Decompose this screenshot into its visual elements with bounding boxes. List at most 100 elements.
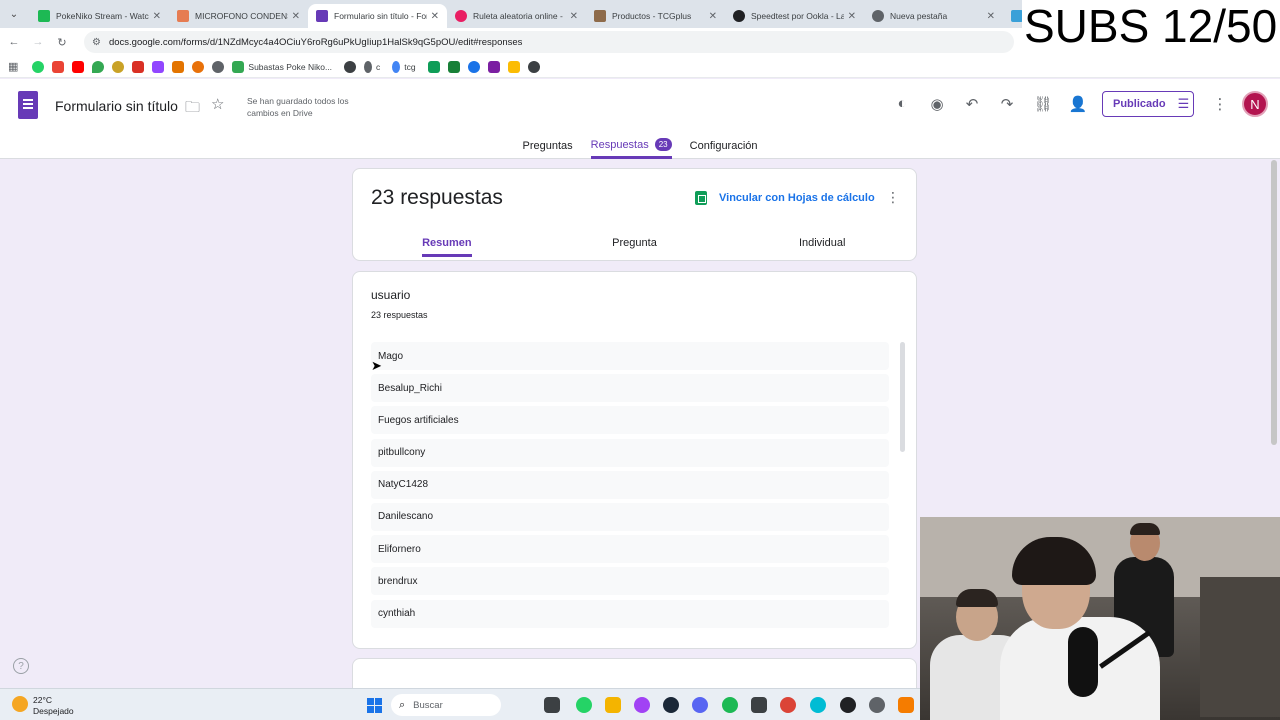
- apps-grid-icon[interactable]: ▦: [8, 60, 18, 73]
- bookmark-icon[interactable]: [112, 60, 125, 73]
- undo-icon[interactable]: ↶: [962, 95, 982, 113]
- taskbar-search-placeholder: Buscar: [413, 699, 443, 711]
- close-tab-icon[interactable]: ✕: [431, 11, 439, 22]
- bookmark-icon[interactable]: [392, 60, 401, 73]
- forms-logo-icon[interactable]: [18, 91, 38, 119]
- calculator-icon[interactable]: [751, 697, 767, 713]
- browser-tab[interactable]: Nueva pestaña ✕: [864, 4, 1003, 28]
- weather-temperature[interactable]: 22°C: [33, 695, 52, 705]
- file-explorer-icon[interactable]: [605, 697, 621, 713]
- browser-tab-active[interactable]: Formulario sin título - For ✕: [308, 4, 447, 28]
- list-item: NatyC1428: [371, 470, 889, 499]
- drive-bookmark-icon[interactable]: [232, 60, 245, 73]
- answer-list[interactable]: Mago Besalup_Richi Fuegos artificiales p…: [371, 342, 889, 632]
- more-options-icon[interactable]: ⋮: [1210, 95, 1230, 113]
- published-label: Publicado: [1113, 98, 1166, 110]
- gmail-bookmark-icon[interactable]: [52, 60, 65, 73]
- answer-list-scrollbar[interactable]: [900, 342, 905, 452]
- tab-search-chevron-icon[interactable]: ⌄: [6, 6, 22, 22]
- app-icon[interactable]: [898, 697, 914, 713]
- bookmark-icon[interactable]: [364, 60, 373, 73]
- redo-icon[interactable]: ↷: [997, 95, 1017, 113]
- close-tab-icon[interactable]: ✕: [987, 11, 995, 22]
- settings-gear-icon[interactable]: [869, 697, 885, 713]
- forward-icon[interactable]: →: [26, 36, 50, 48]
- star-icon[interactable]: ☆: [211, 95, 224, 113]
- add-collaborator-icon[interactable]: 👤: [1068, 95, 1088, 113]
- save-status: Se han guardado todos los cambios en Dri…: [247, 96, 349, 118]
- list-item: Fuegos artificiales: [371, 406, 889, 435]
- windows-start-icon[interactable]: [367, 698, 382, 713]
- bookmark-icon[interactable]: [507, 60, 520, 73]
- sheets-bookmark-icon[interactable]: [447, 60, 460, 73]
- back-icon[interactable]: ←: [2, 36, 26, 48]
- response-view-tabs: Resumen Pregunta Individual: [353, 237, 916, 257]
- close-tab-icon[interactable]: ✕: [292, 11, 300, 22]
- weather-description[interactable]: Despejado: [33, 706, 74, 716]
- task-view-icon[interactable]: [544, 697, 560, 713]
- reload-icon[interactable]: ↻: [50, 36, 74, 49]
- sheets-icon: [695, 191, 707, 205]
- tab-favicon: [733, 10, 745, 22]
- twitch-bookmark-icon[interactable]: [152, 60, 165, 73]
- tab-favicon: [316, 10, 328, 22]
- app-icon[interactable]: [840, 697, 856, 713]
- weather-moon-icon[interactable]: [12, 696, 28, 712]
- publish-settings-icon: ☰: [1177, 96, 1190, 111]
- link-to-sheets-button[interactable]: Vincular con Hojas de cálculo: [695, 191, 875, 205]
- browser-tab[interactable]: Speedtest por Ookla - La ✕: [725, 4, 864, 28]
- site-info-icon[interactable]: ⚙: [92, 37, 101, 48]
- app-icon[interactable]: [810, 697, 826, 713]
- form-title[interactable]: Formulario sin título: [55, 98, 178, 114]
- bookmark-tcg[interactable]: tcg: [404, 62, 415, 72]
- copilot-icon[interactable]: [634, 697, 650, 713]
- taskbar-search[interactable]: ⌕ Buscar: [391, 694, 501, 716]
- bookmark-icon[interactable]: [487, 60, 500, 73]
- bookmark-icon[interactable]: [467, 60, 480, 73]
- youtube-bookmark-icon[interactable]: [72, 60, 85, 73]
- avatar[interactable]: N: [1242, 91, 1268, 117]
- browser-tab[interactable]: Productos - TCGplus ✕: [586, 4, 725, 28]
- tab-title: Formulario sin título - For: [334, 11, 427, 21]
- preview-eye-icon[interactable]: ◉: [927, 95, 947, 113]
- bookmark-icon[interactable]: [172, 60, 185, 73]
- bookmark-c[interactable]: c: [376, 62, 380, 72]
- bookmark-icon[interactable]: [427, 60, 440, 73]
- tab-question[interactable]: Pregunta: [541, 237, 729, 257]
- page-scrollbar[interactable]: [1271, 160, 1277, 445]
- bookmark-icon[interactable]: [132, 60, 145, 73]
- bookmark-icon[interactable]: [192, 60, 205, 73]
- close-tab-icon[interactable]: ✕: [153, 11, 161, 22]
- help-icon[interactable]: ?: [13, 658, 29, 674]
- close-tab-icon[interactable]: ✕: [709, 11, 717, 22]
- folder-icon[interactable]: 🗀: [185, 97, 200, 122]
- tab-individual[interactable]: Individual: [728, 237, 916, 257]
- browser-tab[interactable]: Ruleta aleatoria online - ✕: [447, 4, 586, 28]
- browser-tab[interactable]: PokeNiko Stream - Watch ✕: [30, 4, 169, 28]
- bookmark-icon[interactable]: [527, 60, 540, 73]
- whatsapp-bookmark-icon[interactable]: [32, 60, 45, 73]
- close-tab-icon[interactable]: ✕: [570, 11, 578, 22]
- tab-responses[interactable]: Respuestas 23: [590, 138, 672, 159]
- maps-bookmark-icon[interactable]: [92, 60, 105, 73]
- address-bar[interactable]: ⚙ docs.google.com/forms/d/1NZdMcyc4a4OCi…: [84, 31, 1014, 53]
- bookmark-subastas[interactable]: Subastas Poke Niko...: [248, 62, 332, 72]
- forms-header: Formulario sin título 🗀 ☆ Se han guardad…: [0, 79, 1280, 159]
- tab-settings[interactable]: Configuración: [690, 138, 758, 159]
- spotify-icon[interactable]: [722, 697, 738, 713]
- bookmark-icon[interactable]: [344, 60, 357, 73]
- chrome-icon[interactable]: [780, 697, 796, 713]
- tab-summary[interactable]: Resumen: [353, 237, 541, 257]
- published-button[interactable]: Publicado ☰: [1102, 91, 1194, 117]
- browser-tab[interactable]: MICROFONO CONDENSA ✕: [169, 4, 308, 28]
- discord-icon[interactable]: [692, 697, 708, 713]
- steam-icon[interactable]: [663, 697, 679, 713]
- link-icon[interactable]: ⛓: [1033, 95, 1053, 113]
- whatsapp-app-icon[interactable]: [576, 697, 592, 713]
- palette-icon[interactable]: ◐: [892, 95, 912, 112]
- more-vert-icon[interactable]: ⋮: [886, 189, 900, 206]
- tab-questions[interactable]: Preguntas: [522, 138, 572, 159]
- close-tab-icon[interactable]: ✕: [848, 11, 856, 22]
- bookmark-icon[interactable]: [212, 60, 225, 73]
- tab-title: Ruleta aleatoria online -: [473, 11, 563, 21]
